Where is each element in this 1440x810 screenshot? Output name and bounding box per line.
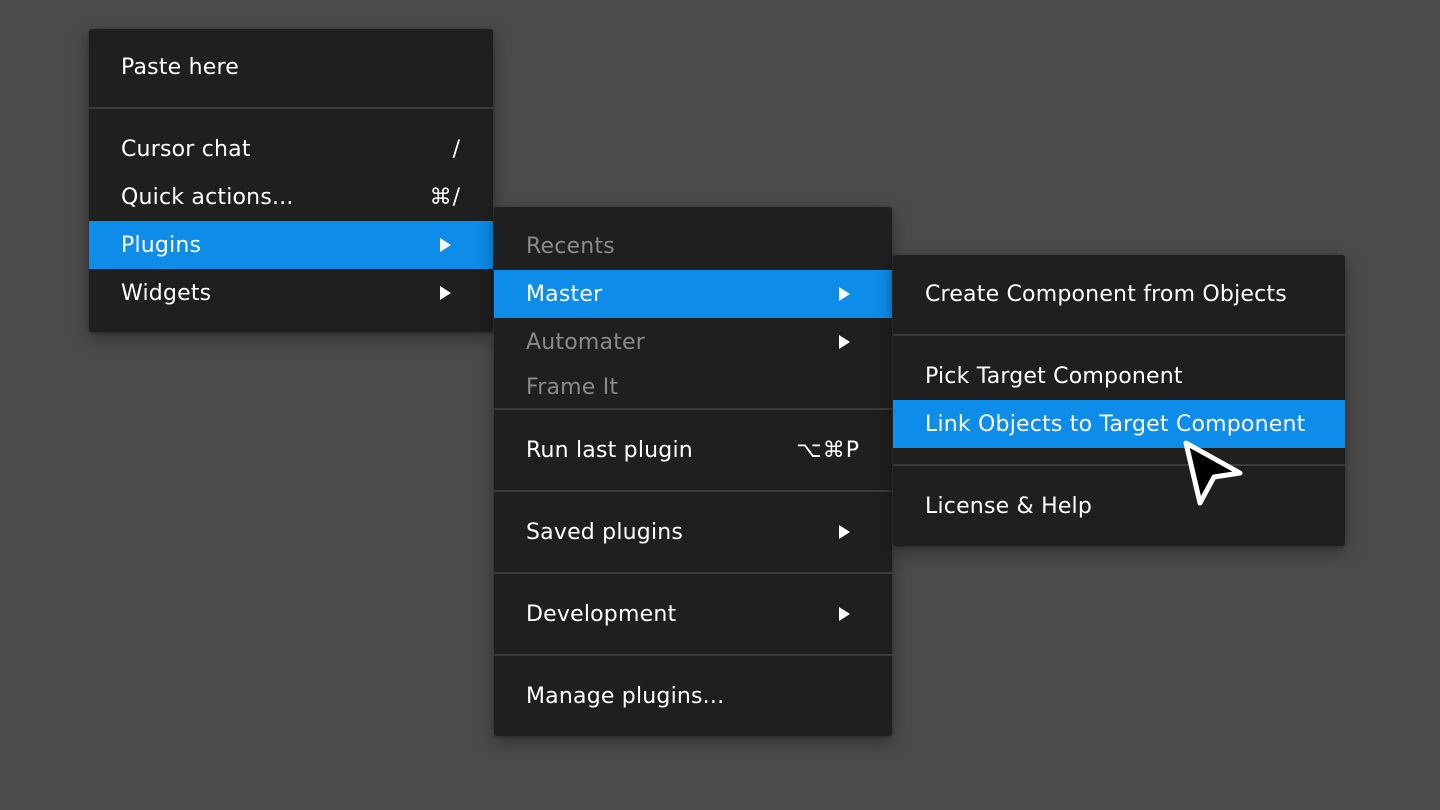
menu-item-widgets[interactable]: Widgets [89, 269, 493, 317]
menu-padding [494, 556, 892, 572]
menu-item-label: Link Objects to Target Component [925, 411, 1306, 437]
menu-item-saved-plugins[interactable]: Saved plugins [494, 508, 892, 556]
menu-item-label: Recents [526, 233, 615, 259]
menu-item-label: Saved plugins [526, 519, 684, 545]
menu-item-manage-plugins[interactable]: Manage plugins... [494, 672, 892, 720]
menu-section-recents: Recents [494, 222, 892, 270]
menu-item-plugins[interactable]: Plugins [89, 221, 493, 269]
menu-item-label: Development [526, 601, 677, 627]
menu-item-label: Run last plugin [526, 437, 693, 463]
menu-item-label: Manage plugins... [526, 683, 725, 709]
chevron-right-icon [440, 286, 451, 300]
plugins-submenu: Recents Master Automater Frame It Run la… [494, 207, 892, 736]
menu-item-label: License & Help [925, 493, 1093, 519]
menu-item-label: Frame It [526, 374, 619, 400]
menu-item-label: Pick Target Component [925, 363, 1183, 389]
pointer-cursor-icon [1183, 440, 1243, 506]
master-submenu: Create Component from Objects Pick Targe… [893, 255, 1345, 546]
menu-padding [494, 638, 892, 654]
menu-padding [89, 317, 493, 332]
menu-padding [89, 91, 493, 107]
menu-item-label: Plugins [121, 232, 202, 258]
menu-item-paste-here[interactable]: Paste here [89, 43, 493, 91]
shortcut-hint: / [452, 136, 461, 162]
menu-item-quick-actions[interactable]: Quick actions... ⌘/ [89, 173, 493, 221]
menu-item-cursor-chat[interactable]: Cursor chat / [89, 125, 493, 173]
chevron-right-icon [839, 287, 850, 301]
chevron-right-icon [440, 238, 451, 252]
menu-item-label: Widgets [121, 280, 212, 306]
menu-item-development[interactable]: Development [494, 590, 892, 638]
menu-item-run-last-plugin[interactable]: Run last plugin ⌥⌘P [494, 426, 892, 474]
menu-padding [494, 410, 892, 426]
menu-padding [494, 574, 892, 590]
menu-item-label: Create Component from Objects [925, 281, 1287, 307]
menu-padding [494, 720, 892, 736]
menu-padding [494, 474, 892, 490]
menu-padding [494, 492, 892, 508]
menu-padding [494, 207, 892, 222]
canvas: Paste here Cursor chat / Quick actions..… [0, 0, 1440, 810]
menu-padding [893, 466, 1345, 482]
menu-item-master[interactable]: Master [494, 270, 892, 318]
menu-item-license-help[interactable]: License & Help [893, 482, 1345, 530]
menu-padding [494, 656, 892, 672]
menu-item-frame-it[interactable]: Frame It [494, 366, 892, 408]
menu-padding [893, 318, 1345, 334]
menu-item-label: Automater [526, 329, 645, 355]
context-menu: Paste here Cursor chat / Quick actions..… [89, 29, 493, 332]
menu-item-pick-target[interactable]: Pick Target Component [893, 352, 1345, 400]
menu-item-label: Paste here [121, 54, 239, 80]
menu-padding [893, 448, 1345, 464]
chevron-right-icon [839, 607, 850, 621]
menu-padding [893, 255, 1345, 270]
menu-item-label: Master [526, 281, 603, 307]
menu-padding [893, 336, 1345, 352]
menu-item-link-objects[interactable]: Link Objects to Target Component [893, 400, 1345, 448]
menu-item-create-component[interactable]: Create Component from Objects [893, 270, 1345, 318]
chevron-right-icon [839, 335, 850, 349]
menu-padding [89, 109, 493, 125]
menu-item-automater[interactable]: Automater [494, 318, 892, 366]
menu-item-label: Cursor chat [121, 136, 251, 162]
menu-padding [89, 29, 493, 43]
chevron-right-icon [839, 525, 850, 539]
shortcut-hint: ⌥⌘P [796, 437, 860, 463]
shortcut-hint: ⌘/ [429, 184, 461, 210]
menu-padding [893, 530, 1345, 546]
menu-item-label: Quick actions... [121, 184, 294, 210]
